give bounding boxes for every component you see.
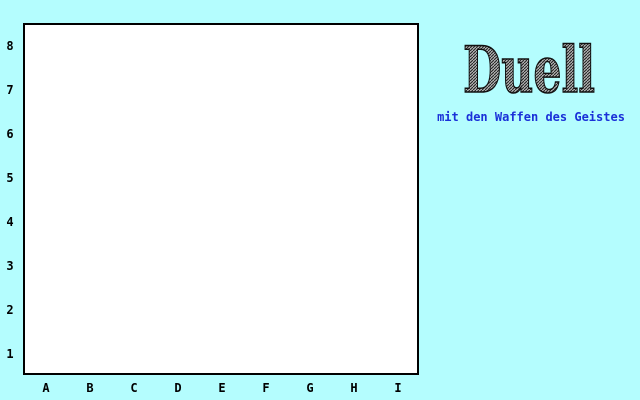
file-labels: A B C D E F G H I	[24, 378, 420, 398]
duell-logo: Duell	[462, 32, 596, 106]
file-label-b: B	[86, 381, 94, 395]
file-label-h: H	[350, 381, 358, 395]
rank-label-4: 4	[6, 215, 14, 229]
subtitle: mit den Waffen des Geistes	[437, 110, 625, 124]
file-label-i: I	[394, 381, 402, 395]
rank-label-5: 5	[6, 171, 14, 185]
file-label-d: D	[174, 381, 182, 395]
file-label-a: A	[42, 381, 50, 395]
logo-text: Duell	[463, 33, 595, 106]
rank-labels: 8 7 6 5 4 3 2 1	[0, 24, 20, 376]
rank-label-1: 1	[6, 347, 14, 361]
rank-label-3: 3	[6, 259, 14, 273]
rank-label-6: 6	[6, 127, 14, 141]
file-label-c: C	[130, 381, 138, 395]
file-label-e: E	[218, 381, 226, 395]
rank-label-7: 7	[6, 83, 14, 97]
rank-label-2: 2	[6, 303, 14, 317]
rank-label-8: 8	[6, 39, 14, 53]
game-board[interactable]	[23, 23, 419, 375]
file-label-g: G	[306, 381, 314, 395]
file-label-f: F	[262, 381, 270, 395]
